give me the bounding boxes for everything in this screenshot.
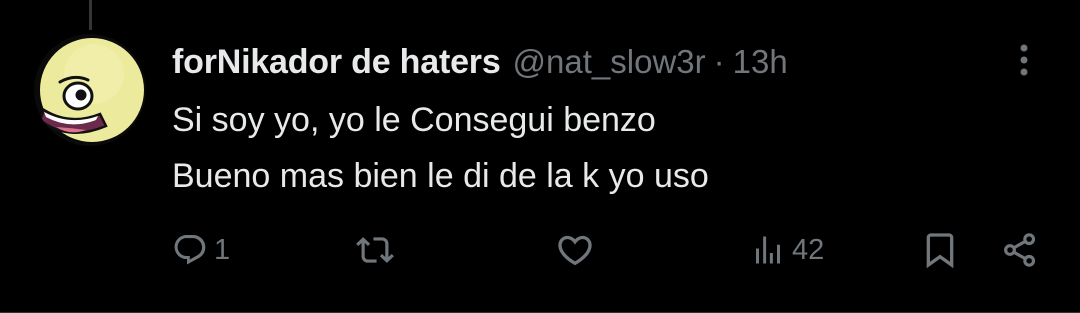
repost-button[interactable]: [356, 226, 400, 274]
thread-connector-line: [89, 0, 92, 30]
bookmark-icon: [926, 233, 954, 269]
share-button[interactable]: [1000, 226, 1040, 274]
heart-icon: [558, 235, 592, 266]
views-icon: [756, 236, 780, 264]
views-button[interactable]: 42: [750, 226, 824, 274]
avatar[interactable]: [34, 34, 146, 146]
tweet-text: Si soy yo, yo le Consegui benzo Bueno ma…: [172, 92, 709, 204]
share-icon: [1004, 233, 1036, 267]
more-vertical-icon: [1020, 44, 1028, 76]
tweet-card[interactable]: forNikador de haters @nat_slow3r · 13h S…: [0, 0, 1080, 313]
separator-dot: ·: [713, 43, 725, 80]
tweet-text-line: Si soy yo, yo le Consegui benzo: [172, 101, 656, 139]
reply-button[interactable]: 1: [172, 226, 230, 274]
reply-count: 1: [214, 233, 231, 266]
yellow-face-avatar-icon: [34, 34, 146, 146]
reply-icon: [174, 235, 206, 265]
tweet-text-line: Bueno mas bien le di de la k yo uso: [172, 157, 709, 195]
timestamp[interactable]: 13h: [733, 43, 788, 81]
like-button[interactable]: [555, 226, 601, 274]
more-options-button[interactable]: [1004, 40, 1044, 80]
display-name[interactable]: forNikador de haters: [172, 43, 501, 82]
bookmark-button[interactable]: [920, 226, 960, 274]
repost-icon: [356, 237, 394, 263]
tweet-header: forNikador de haters @nat_slow3r · 13h: [172, 40, 788, 84]
views-count: 42: [792, 233, 825, 266]
user-handle[interactable]: @nat_slow3r: [513, 43, 706, 81]
